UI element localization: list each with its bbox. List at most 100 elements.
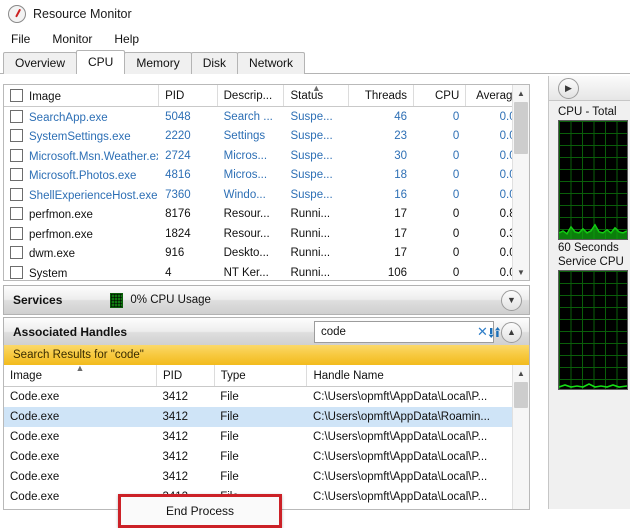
table-row[interactable]: Code.exe 3412 File C:\Users\opmft\AppData\L… bbox=[4, 467, 529, 487]
process-status-cell: Suspe... bbox=[290, 130, 333, 143]
handle-type-cell: File bbox=[220, 471, 239, 483]
handles-search-input[interactable] bbox=[315, 322, 477, 342]
process-description-cell: NT Ker... bbox=[223, 266, 269, 279]
services-cpu-usage: 0% CPU Usage bbox=[110, 292, 211, 308]
resource-monitor-icon bbox=[8, 4, 26, 23]
table-row[interactable]: Code.exe 3412 File C:\Users\opmft\AppData\L… bbox=[4, 427, 529, 447]
handles-section-bar[interactable]: Associated Handles ✕ ▲ bbox=[3, 317, 530, 347]
scroll-thumb[interactable] bbox=[514, 382, 528, 408]
search-refresh-icon[interactable] bbox=[488, 326, 501, 339]
process-checkbox[interactable] bbox=[10, 187, 23, 201]
process-status-cell: Runni... bbox=[290, 266, 331, 279]
tab-disk[interactable]: Disk bbox=[190, 52, 239, 74]
end-process-label: End Process bbox=[165, 504, 235, 518]
processes-scrollbar[interactable]: ▲ ▼ bbox=[512, 85, 529, 280]
process-checkbox[interactable] bbox=[10, 109, 23, 123]
sort-ascending-icon: ▲ bbox=[311, 85, 321, 93]
process-checkbox[interactable] bbox=[10, 148, 23, 162]
handle-image-cell: Code.exe bbox=[10, 391, 60, 403]
handles-column-header-image[interactable]: ▲ Image bbox=[4, 365, 157, 387]
menu-item-help[interactable]: Help bbox=[112, 31, 141, 47]
chevron-up-icon: ▲ bbox=[507, 327, 516, 337]
scroll-up-icon[interactable]: ▲ bbox=[513, 85, 529, 101]
table-row[interactable]: ShellExperienceHost.exe 7360 Windo... Suspe… bbox=[4, 185, 529, 205]
scroll-down-icon[interactable]: ▼ bbox=[513, 264, 529, 280]
handle-type-cell: File bbox=[220, 391, 239, 403]
graphs-sidebar: ▶ CPU - Total 60 Seconds Service CPU bbox=[548, 76, 630, 509]
process-threads-cell: 30 bbox=[394, 149, 408, 162]
table-row[interactable]: perfmon.exe 8176 Resour... Runni... 17 0 0.80 bbox=[4, 205, 529, 225]
column-header-description[interactable]: Descrip... bbox=[217, 85, 285, 107]
process-checkbox[interactable] bbox=[10, 207, 23, 221]
process-image-cell: Microsoft.Msn.Weather.exe bbox=[4, 146, 159, 166]
table-row[interactable]: Microsoft.Msn.Weather.exe 2724 Micros... Su… bbox=[4, 146, 529, 166]
menu-item-monitor[interactable]: Monitor bbox=[50, 31, 94, 47]
column-header-threads[interactable]: Threads bbox=[348, 85, 415, 107]
column-header-image[interactable]: Image bbox=[4, 85, 160, 107]
process-pid-cell: 2220 bbox=[165, 130, 191, 143]
process-checkbox[interactable] bbox=[10, 265, 23, 279]
handle-name-cell: C:\Users\opmft\AppData\Local\P... bbox=[312, 431, 488, 443]
handles-column-header-pid[interactable]: PID bbox=[156, 365, 215, 387]
process-image-cell: System bbox=[4, 263, 159, 280]
handles-collapse-button[interactable]: ▲ bbox=[501, 321, 522, 343]
process-threads-cell: 17 bbox=[394, 247, 408, 260]
search-results-label: Search Results for "code" bbox=[13, 349, 144, 361]
end-process-context-menu[interactable]: End Process bbox=[118, 494, 282, 528]
process-checkbox[interactable] bbox=[10, 246, 23, 260]
process-image-cell: dwm.exe bbox=[4, 244, 159, 264]
scroll-up-icon[interactable]: ▲ bbox=[513, 365, 529, 381]
clear-x-icon[interactable]: ✕ bbox=[477, 323, 488, 341]
process-checkbox[interactable] bbox=[10, 226, 23, 240]
process-checkbox[interactable] bbox=[10, 129, 23, 143]
handle-type-cell: File bbox=[220, 431, 239, 443]
process-checkbox[interactable] bbox=[10, 168, 23, 182]
handles-search-box[interactable]: ✕ bbox=[314, 321, 501, 343]
column-header-pid[interactable]: PID bbox=[158, 85, 218, 107]
handle-name-cell: C:\Users\opmft\AppData\Local\P... bbox=[312, 451, 488, 463]
process-image-cell: perfmon.exe bbox=[4, 224, 159, 244]
handles-scrollbar[interactable]: ▲ bbox=[512, 365, 529, 509]
handles-column-header-type[interactable]: Type bbox=[214, 365, 308, 387]
tab-overview[interactable]: Overview bbox=[3, 52, 78, 74]
table-row[interactable]: Code.exe 3412 File C:\Users\opmft\AppData\R… bbox=[4, 407, 529, 427]
tab-cpu[interactable]: CPU bbox=[76, 50, 126, 75]
tab-network[interactable]: Network bbox=[237, 52, 306, 74]
process-pid-cell: 4 bbox=[165, 266, 172, 279]
column-header-cpu[interactable]: CPU bbox=[413, 85, 467, 107]
chevron-right-icon: ▶ bbox=[565, 82, 572, 93]
menu-item-file[interactable]: File bbox=[9, 31, 32, 47]
sidebar-expand-button[interactable]: ▶ bbox=[558, 77, 579, 99]
table-row[interactable]: Code.exe 3412 File C:\Users\opmft\AppData\L… bbox=[4, 387, 529, 408]
table-row[interactable]: SearchApp.exe 5048 Search ... Suspe... 46 0 0.… bbox=[4, 107, 529, 127]
menu-bar: File Monitor Help bbox=[0, 27, 630, 50]
left-panel: Image PID Descrip... ▲ Status Threads CPU… bbox=[0, 76, 548, 528]
handles-column-header-handle-name[interactable]: Handle Name bbox=[306, 365, 529, 387]
graph-footer-60-seconds: 60 Seconds bbox=[558, 242, 619, 254]
table-row[interactable]: dwm.exe 916 Deskto... Runni... 17 0 0.08 bbox=[4, 244, 529, 264]
services-cpu-text: 0% CPU Usage bbox=[130, 294, 211, 306]
table-row[interactable]: Microsoft.Photos.exe 4816 Micros... Suspe..… bbox=[4, 166, 529, 186]
services-section-bar[interactable]: Services 0% CPU Usage ▼ bbox=[3, 285, 530, 315]
process-image-cell: SystemSettings.exe bbox=[4, 127, 159, 147]
table-row[interactable]: System 4 NT Ker... Runni... 106 0 0.08 bbox=[4, 263, 529, 280]
services-collapse-button[interactable]: ▼ bbox=[501, 289, 522, 311]
handle-pid-cell: 3412 bbox=[162, 391, 189, 403]
select-all-checkbox[interactable] bbox=[10, 88, 23, 102]
process-description-cell: Resour... bbox=[223, 227, 270, 240]
handle-pid-cell: 3412 bbox=[162, 431, 189, 443]
search-results-bar: Search Results for "code" bbox=[3, 345, 530, 365]
graph-label-cpu-total: CPU - Total bbox=[558, 106, 617, 118]
tab-memory[interactable]: Memory bbox=[124, 52, 192, 74]
table-row[interactable]: perfmon.exe 1824 Resour... Runni... 17 0 0.36 bbox=[4, 224, 529, 244]
handle-name-cell: C:\Users\opmft\AppData\Local\P... bbox=[312, 391, 488, 403]
table-row[interactable]: Code.exe 3412 File C:\Users\opmft\AppData\L… bbox=[4, 447, 529, 467]
graph-label-service-cpu: Service CPU bbox=[558, 256, 624, 268]
process-status-cell: Suspe... bbox=[290, 188, 333, 201]
column-header-status[interactable]: ▲ Status bbox=[283, 85, 350, 107]
scroll-thumb[interactable] bbox=[514, 102, 528, 154]
process-threads-cell: 46 bbox=[394, 110, 408, 123]
process-pid-cell: 5048 bbox=[165, 110, 191, 123]
sort-ascending-icon: ▲ bbox=[75, 365, 85, 373]
table-row[interactable]: SystemSettings.exe 2220 Settings Suspe... 23… bbox=[4, 127, 529, 147]
